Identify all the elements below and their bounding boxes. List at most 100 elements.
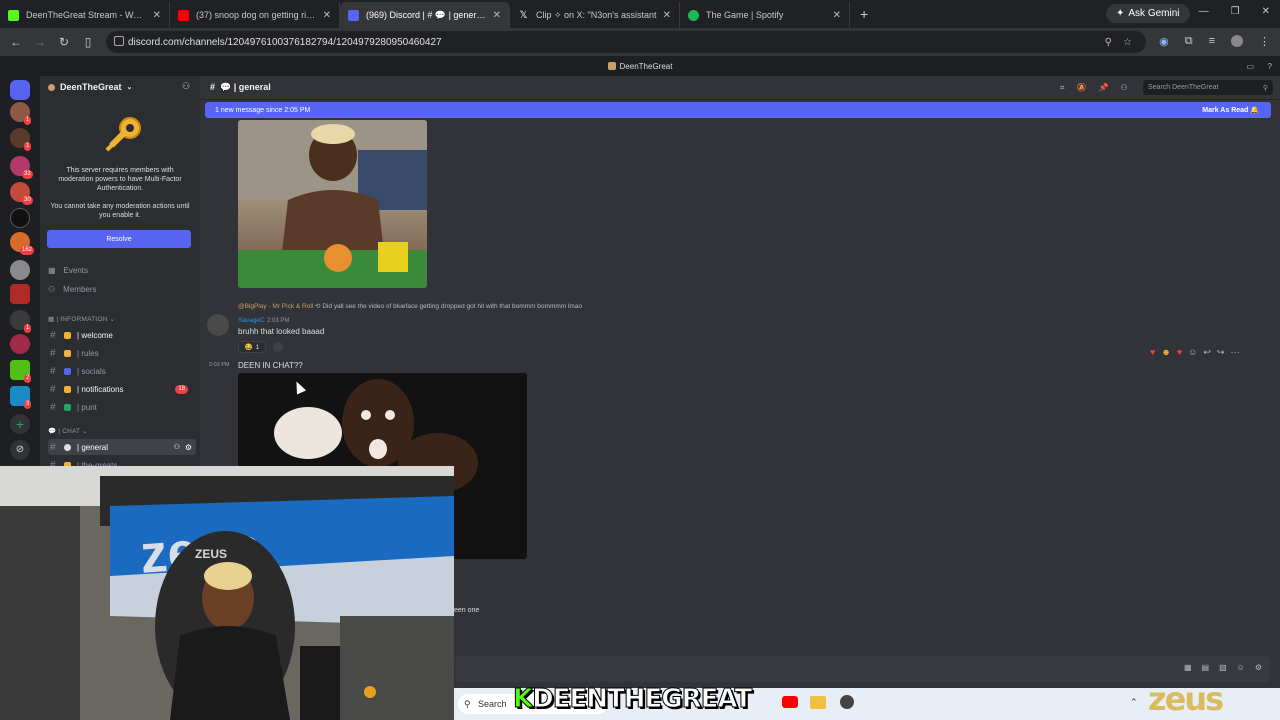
members-item[interactable]: ⚇ Members (48, 285, 97, 294)
site-info-icon[interactable] (114, 36, 124, 46)
toolbar-right: ◉ ⧉ ≡ ⋮ (1159, 35, 1270, 48)
smile-emoji-icon[interactable]: ☻ (1161, 347, 1170, 358)
mfa-notice: This server requires members with modera… (58, 167, 182, 192)
channel-general[interactable]: # | general ⚇ ⚙ (48, 439, 196, 455)
close-icon[interactable]: ✕ (323, 10, 331, 21)
channel-punt[interactable]: # | punt (48, 399, 196, 415)
forward-icon[interactable]: ↪ (1217, 347, 1225, 358)
close-icon[interactable]: ✕ (153, 10, 161, 21)
message-header: SavageC 2:03 PM (238, 315, 289, 324)
message-composer[interactable]: ▦ ▤ ▧ ☺ ⚙ (455, 656, 1270, 682)
sticker-icon[interactable]: ▧ (1219, 663, 1227, 672)
server-name-header[interactable]: DeenTheGreat ⌄ (48, 82, 132, 92)
mute-bell-icon[interactable]: 🔕 (1077, 83, 1087, 93)
server-icon[interactable] (10, 284, 30, 304)
add-server-icon[interactable]: + (10, 414, 30, 434)
close-window-icon[interactable]: ✕ (1262, 6, 1270, 17)
tab-x-clip[interactable]: 𝕏 Clip ✧ on X: "N3on's assistant ✕ (510, 2, 680, 28)
more-icon[interactable]: ⋯ (1230, 347, 1239, 358)
youtube-app-icon[interactable] (782, 696, 798, 708)
gear-icon[interactable]: ⚙ (185, 443, 192, 452)
apps-icon[interactable]: ⚙ (1255, 663, 1262, 672)
add-reaction-icon[interactable]: ☺ (1188, 347, 1197, 358)
browser-toolbar: ← → ↻ ▯ discord.com/channels/12049761003… (0, 28, 1280, 56)
channel-notifications[interactable]: # | notifications 18 (48, 381, 196, 397)
forward-icon[interactable]: → (28, 35, 52, 49)
zeus-watermark: zeus (1148, 680, 1224, 718)
explore-icon[interactable]: ⊘ (10, 440, 30, 460)
category-chat[interactable]: 💬 | CHAT ⌄ (48, 427, 88, 435)
folder-app-icon[interactable] (810, 696, 826, 709)
kick-logo: K (512, 684, 533, 715)
message-image-attachment[interactable] (238, 120, 427, 288)
tray-chevron-icon[interactable]: ⌃ (1130, 697, 1138, 708)
channel-welcome[interactable]: # | welcome (48, 327, 196, 343)
ask-gemini-button[interactable]: ✦ Ask Gemini (1106, 4, 1190, 23)
close-icon[interactable]: ✕ (833, 10, 841, 21)
bookmark-star-icon[interactable]: ☆ (1123, 37, 1132, 48)
window-controls: — ❐ ✕ (1199, 6, 1270, 17)
discord-favicon-icon (348, 9, 359, 21)
reaction-laugh[interactable]: 😂 1 (238, 341, 266, 353)
resolve-button[interactable]: Resolve (47, 230, 191, 248)
hash-icon: # (50, 329, 56, 341)
close-icon[interactable]: ✕ (663, 10, 671, 21)
server-badge: 1 (24, 142, 32, 151)
sidebar-icon[interactable]: ▯ (76, 35, 100, 49)
server-icon[interactable] (10, 334, 30, 354)
pin-icon[interactable]: 📌 (1098, 83, 1108, 93)
category-label: INFORMATION (60, 316, 108, 323)
profile-avatar[interactable] (1231, 35, 1243, 47)
maximize-icon[interactable]: ❐ (1231, 6, 1240, 17)
address-bar[interactable]: discord.com/channels/1204976100376182794… (106, 31, 1146, 53)
search-input[interactable]: Search DeenTheGreat ⚲ (1143, 80, 1273, 95)
category-information[interactable]: ▦ | INFORMATION ⌄ (48, 315, 115, 323)
hash-icon: # (50, 347, 56, 359)
threads-icon[interactable]: ⌗ (1060, 83, 1065, 93)
gif-icon[interactable]: ▤ (1202, 663, 1210, 672)
tab-kick-stream[interactable]: DeenTheGreat Stream - Watch ✕ (0, 2, 170, 28)
avatar[interactable] (207, 314, 229, 336)
inbox-icon[interactable]: ▭ (1246, 62, 1254, 71)
tab-youtube[interactable]: (37) snoop dog on getting rid o ✕ (170, 2, 340, 28)
channel-rules[interactable]: # | rules (48, 345, 196, 361)
add-reaction-icon[interactable] (273, 342, 283, 352)
server-icon[interactable] (10, 260, 30, 280)
invite-icon[interactable]: ⚇ (174, 443, 180, 451)
server-badge: 162 (20, 246, 35, 255)
composer-tools: ▦ ▤ ▧ ☺ ⚙ (1184, 663, 1262, 672)
menu-kebab-icon[interactable]: ⋮ (1259, 35, 1270, 48)
chrome-app-icon[interactable] (840, 695, 854, 709)
home-discord-icon[interactable] (10, 80, 30, 100)
tab-discord[interactable]: (969) Discord | # 💬 | general | ✕ (340, 2, 510, 28)
hash-icon: # (50, 383, 56, 395)
tab-spotify[interactable]: The Game | Spotify ✕ (680, 2, 850, 28)
new-tab-button[interactable]: + (860, 6, 868, 22)
new-messages-bar[interactable]: 1 new message since 2:05 PM Mark As Read… (205, 102, 1271, 118)
reply-reference[interactable]: @BigPlay - Mr Pick & Roll ⟲ Did yall see… (238, 302, 582, 310)
emoji-icon[interactable]: ☺ (1237, 663, 1245, 672)
hash-icon: # (50, 365, 56, 377)
reply-icon[interactable]: ↩ (1203, 347, 1211, 358)
minimize-icon[interactable]: — (1199, 6, 1209, 17)
extension-icon[interactable]: ◉ (1159, 35, 1169, 48)
server-icon[interactable] (10, 208, 30, 228)
back-icon[interactable]: ← (4, 35, 28, 49)
message-author[interactable]: SavageC (238, 317, 265, 324)
zoom-icon[interactable]: ⚲ (1105, 37, 1112, 48)
channel-label: welcome (81, 330, 113, 340)
gift-icon[interactable]: ▦ (1184, 663, 1192, 672)
events-item[interactable]: ▦ Events (48, 266, 88, 275)
heart-eyes-emoji-icon[interactable]: ♥ (1177, 347, 1182, 358)
puzzle-icon[interactable]: ⧉ (1185, 35, 1193, 48)
reload-icon[interactable]: ↻ (52, 35, 76, 49)
tab-label: (37) snoop dog on getting rid o (196, 10, 317, 20)
media-icon[interactable]: ≡ (1209, 35, 1215, 48)
close-icon[interactable]: ✕ (493, 10, 501, 21)
channel-socials[interactable]: # | socials (48, 363, 196, 379)
heart-emoji-icon[interactable]: ♥ (1150, 347, 1155, 358)
invite-people-icon[interactable]: ⚇ (182, 81, 190, 92)
member-list-icon[interactable]: ⚇ (1120, 83, 1127, 93)
mark-as-read-button[interactable]: Mark As Read 🔔 (1202, 106, 1259, 114)
help-icon[interactable]: ? (1268, 62, 1272, 71)
